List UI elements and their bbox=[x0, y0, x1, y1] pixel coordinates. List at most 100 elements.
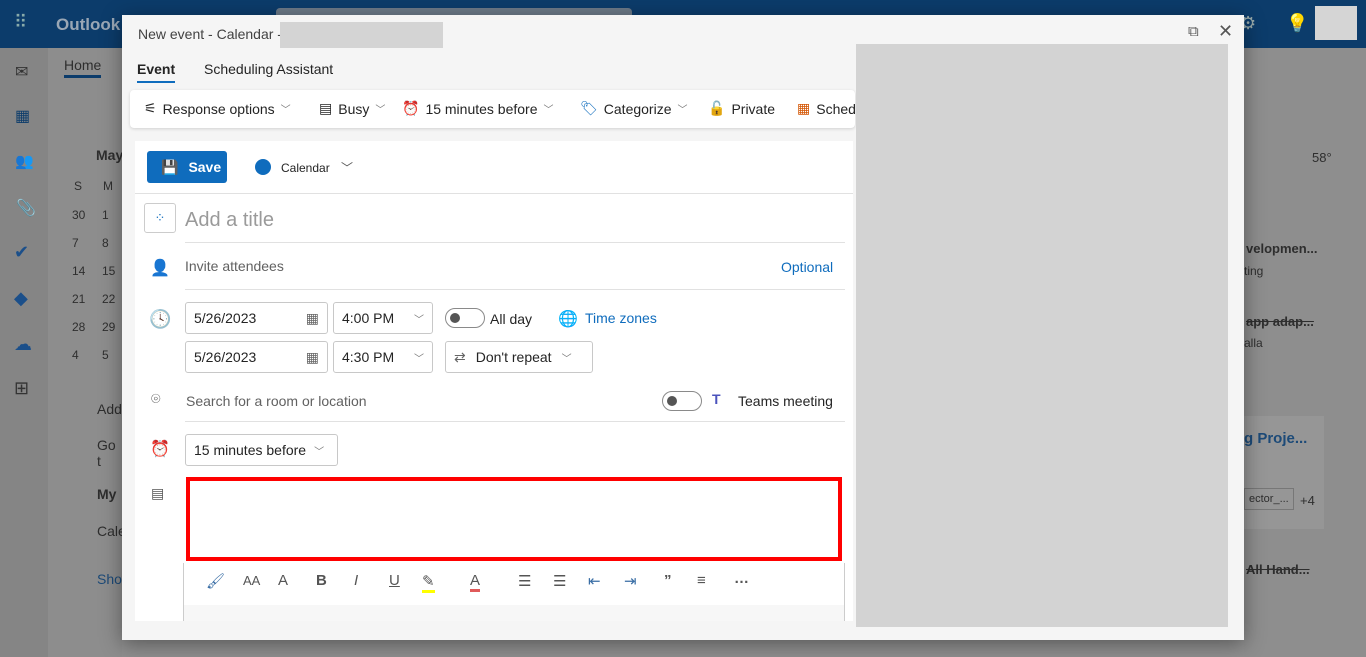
globe-icon: 🌐 bbox=[558, 311, 578, 328]
teams-app-icon[interactable]: ◆ bbox=[14, 288, 28, 309]
align-icon[interactable]: ≡ bbox=[697, 572, 706, 589]
value: 15 minutes before bbox=[194, 442, 307, 458]
format-painter-icon[interactable]: 🖌 bbox=[206, 572, 225, 590]
location-icon: ⌾ bbox=[151, 391, 161, 408]
event-title[interactable]: app adap... bbox=[1246, 314, 1314, 329]
app-launcher-icon[interactable]: ⠿ bbox=[14, 12, 27, 33]
clock-icon: 🕓 bbox=[149, 309, 172, 329]
event-type-icon[interactable]: ⁘ bbox=[144, 203, 176, 233]
toolbar: ⚟ Response options ﹀ ▤ Busy ﹀ ⏰ 15 minutes be… bbox=[130, 90, 855, 128]
teams-meeting-label: Teams meeting bbox=[738, 393, 833, 409]
underline-icon[interactable]: U bbox=[389, 572, 400, 589]
avatar[interactable] bbox=[1315, 6, 1357, 40]
repeat-icon: ⇄ bbox=[454, 348, 466, 365]
weekday: M bbox=[103, 179, 113, 193]
description-editor[interactable] bbox=[186, 477, 842, 561]
mini-calendar-day[interactable]: 30 bbox=[72, 208, 85, 222]
calendar-icon: ▦ bbox=[305, 348, 319, 365]
tab-scheduling-assistant[interactable]: Scheduling Assistant bbox=[204, 61, 333, 77]
people-icon[interactable]: 👥 bbox=[15, 152, 34, 170]
attendees-input[interactable]: Invite attendees bbox=[185, 258, 284, 274]
mini-month: May bbox=[96, 147, 124, 163]
close-icon[interactable]: ✕ bbox=[1218, 21, 1233, 42]
title-input[interactable]: Add a title bbox=[185, 209, 274, 232]
calendar-selector[interactable]: Calendar bbox=[281, 161, 330, 175]
mini-calendar-day[interactable]: 5 bbox=[102, 348, 109, 362]
sidebar: Home May S M 30 1 7 8 14 15 21 22 28 29 4 5 Add Go … bbox=[48, 48, 132, 657]
value: 4:00 PM bbox=[342, 310, 395, 326]
font-color-icon[interactable]: A bbox=[470, 572, 481, 592]
private-button[interactable]: 🔓 Private bbox=[708, 90, 775, 127]
time-zones-link[interactable]: Time zones bbox=[585, 310, 657, 326]
redacted-account bbox=[280, 22, 443, 48]
pop-out-icon[interactable]: ⧉ bbox=[1188, 23, 1199, 40]
busy-button[interactable]: ▤ Busy ﹀ bbox=[319, 90, 385, 127]
calendar-icon[interactable]: ▦ bbox=[15, 106, 30, 126]
event-form: 💾 Save Calendar ﹀ ⁘ Add a title 👤 Invite … bbox=[135, 141, 853, 621]
start-time-picker[interactable]: 4:00 PM ﹀ bbox=[333, 302, 433, 334]
chevron-down-icon: ﹀ bbox=[314, 446, 325, 458]
dialog-title: New event - Calendar - bbox=[138, 26, 282, 42]
location-input[interactable]: Search for a room or location bbox=[186, 393, 367, 409]
save-button[interactable]: 💾 Save bbox=[147, 151, 227, 183]
grow-font-icon[interactable]: A bbox=[278, 572, 288, 589]
todo-icon[interactable]: ✔ bbox=[14, 242, 29, 263]
repeat-dropdown[interactable]: ⇄ Don't repeat ﹀ bbox=[445, 341, 593, 373]
event-title[interactable]: g Proje... bbox=[1244, 430, 1307, 447]
attachment-icon[interactable]: 📎 bbox=[16, 198, 36, 218]
highlight-icon[interactable]: ✎ bbox=[422, 572, 435, 593]
numbering-icon[interactable]: ☰ bbox=[553, 572, 566, 590]
event-detail: alla bbox=[1244, 336, 1263, 350]
start-date-picker[interactable]: 5/26/2023 ▦ bbox=[185, 302, 328, 334]
mini-calendar-day[interactable]: 4 bbox=[72, 348, 79, 362]
bullets-icon[interactable]: ☰ bbox=[518, 572, 531, 590]
event-title[interactable]: All Hand... bbox=[1246, 562, 1310, 577]
event-detail: ting bbox=[1244, 264, 1264, 278]
alarm-icon: ⏰ bbox=[150, 441, 170, 458]
event-title[interactable]: velopmen... bbox=[1246, 241, 1318, 256]
reminder-dropdown[interactable]: 15 minutes before ﹀ bbox=[185, 434, 338, 466]
app-rail: ✉ ▦ 👥 📎 ✔ ◆ ☁ ⊞ bbox=[0, 48, 48, 657]
reminder-button[interactable]: ⏰ 15 minutes before ﹀ bbox=[402, 90, 554, 127]
chevron-down-icon: ﹀ bbox=[414, 314, 424, 326]
italic-icon[interactable]: I bbox=[354, 572, 358, 589]
tab-home[interactable]: Home bbox=[64, 57, 102, 78]
all-day-toggle[interactable] bbox=[445, 308, 485, 328]
outdent-icon[interactable]: ⇤ bbox=[588, 572, 601, 590]
chevron-down-icon[interactable]: ﹀ bbox=[341, 159, 353, 176]
mini-calendar-day[interactable]: 1 bbox=[102, 208, 109, 222]
more-apps-icon[interactable]: ⊞ bbox=[14, 378, 29, 399]
mail-icon[interactable]: ✉ bbox=[15, 62, 28, 82]
mini-calendar-day[interactable]: 28 bbox=[72, 320, 85, 334]
response-options-button[interactable]: ⚟ Response options ﹀ bbox=[144, 90, 291, 127]
categorize-button[interactable]: 🏷 Categorize ﹀ bbox=[580, 90, 687, 127]
calendar-icon: ▦ bbox=[305, 309, 319, 326]
mini-calendar-day[interactable]: 7 bbox=[72, 236, 79, 250]
tab-event[interactable]: Event bbox=[137, 61, 176, 83]
mini-calendar-day[interactable]: 21 bbox=[72, 292, 85, 306]
mini-calendar-day[interactable]: 15 bbox=[102, 264, 115, 278]
lightbulb-icon[interactable]: 💡 bbox=[1286, 13, 1308, 34]
busy-icon: ▤ bbox=[319, 100, 333, 116]
optional-attendees-link[interactable]: Optional bbox=[781, 259, 833, 275]
mini-calendar-day[interactable]: 22 bbox=[102, 292, 115, 306]
onedrive-icon[interactable]: ☁ bbox=[14, 334, 32, 355]
end-date-picker[interactable]: 5/26/2023 ▦ bbox=[185, 341, 328, 373]
teams-icon: T bbox=[712, 391, 721, 407]
go-to-link[interactable]: Go t bbox=[97, 437, 122, 469]
add-calendar-link[interactable]: Add bbox=[97, 401, 122, 417]
quote-icon[interactable]: ” bbox=[664, 572, 672, 589]
format-toolbar: 🖌 AA A B I U ✎ A ☰ ☰ ⇤ ⇥ ” ≡ … bbox=[183, 563, 845, 621]
mini-calendar-day[interactable]: 8 bbox=[102, 236, 109, 250]
mini-calendar-day[interactable]: 29 bbox=[102, 320, 115, 334]
more-options-icon[interactable]: … bbox=[734, 570, 749, 587]
mini-calendar-day[interactable]: 14 bbox=[72, 264, 85, 278]
font-size-icon[interactable]: AA bbox=[243, 573, 260, 588]
indent-icon[interactable]: ⇥ bbox=[624, 572, 637, 590]
teams-meeting-toggle[interactable] bbox=[662, 391, 702, 411]
my-calendars-header[interactable]: My bbox=[97, 486, 116, 502]
end-time-picker[interactable]: 4:30 PM ﹀ bbox=[333, 341, 433, 373]
scheduling-poll-button[interactable]: ▦ Sched bbox=[797, 90, 855, 127]
chevron-down-icon: ﹀ bbox=[414, 353, 424, 365]
bold-icon[interactable]: B bbox=[316, 572, 327, 589]
